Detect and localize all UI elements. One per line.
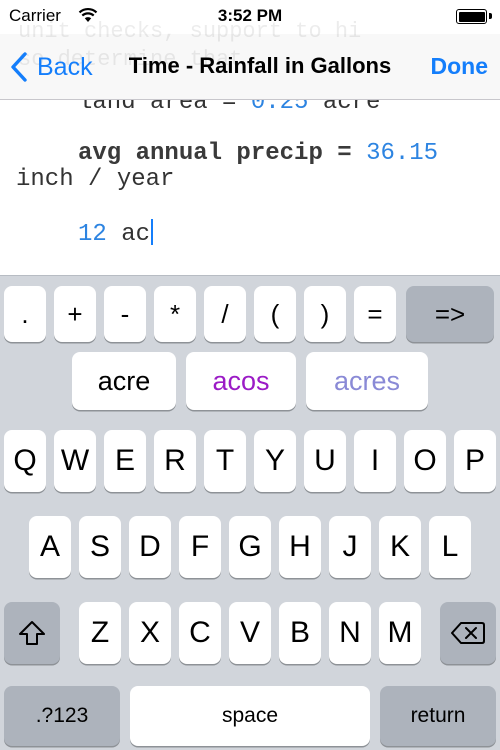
key-f[interactable]: F (179, 516, 221, 578)
editor-line: inch / year (16, 166, 175, 193)
key-v[interactable]: V (229, 602, 271, 664)
key-n[interactable]: N (329, 602, 371, 664)
key-o[interactable]: O (404, 430, 446, 492)
numbers-key[interactable]: .?123 (4, 686, 120, 746)
suggestion-acos[interactable]: acos (186, 352, 296, 410)
key-multiply[interactable]: * (154, 286, 196, 342)
back-label: Back (37, 52, 93, 81)
key-b[interactable]: B (279, 602, 321, 664)
shift-icon (19, 621, 45, 645)
key-m[interactable]: M (379, 602, 421, 664)
key-divide[interactable]: / (204, 286, 246, 342)
key-c[interactable]: C (179, 602, 221, 664)
key-open-paren[interactable]: ( (254, 286, 296, 342)
editor-line-active: 12 ac (78, 219, 154, 248)
key-k[interactable]: K (379, 516, 421, 578)
key-s[interactable]: S (79, 516, 121, 578)
delete-icon (451, 622, 485, 644)
key-arrow[interactable]: => (406, 286, 494, 342)
key-r[interactable]: R (154, 430, 196, 492)
key-z[interactable]: Z (79, 602, 121, 664)
key-equals[interactable]: = (354, 286, 396, 342)
key-j[interactable]: J (329, 516, 371, 578)
key-h[interactable]: H (279, 516, 321, 578)
clock: 3:52 PM (217, 6, 283, 25)
text-editor[interactable]: land area = 0.25 acre avg annual precip … (0, 100, 500, 275)
suggestion-label: acre (97, 365, 151, 396)
key-x[interactable]: X (129, 602, 171, 664)
suggestion-acres[interactable]: acres (306, 352, 428, 410)
key-close-paren[interactable]: ) (304, 286, 346, 342)
battery-icon (456, 9, 492, 24)
key-l[interactable]: L (429, 516, 471, 578)
back-button[interactable]: Back (10, 48, 93, 86)
key-plus[interactable]: + (54, 286, 96, 342)
key-e[interactable]: E (104, 430, 146, 492)
key-q[interactable]: Q (4, 430, 46, 492)
space-key[interactable]: space (130, 686, 370, 746)
key-period[interactable]: . (4, 286, 46, 342)
key-p[interactable]: P (454, 430, 496, 492)
editor-line: land area = 0.25 acre (78, 100, 381, 116)
keyboard: . + - * / ( ) = => acre acos acres Q W E… (0, 275, 500, 750)
key-d[interactable]: D (129, 516, 171, 578)
suggestion-acre[interactable]: acre (72, 352, 176, 410)
status-bar: Carrier 3:52 PM (0, 0, 500, 34)
key-w[interactable]: W (54, 430, 96, 492)
suggestion-label: acres (333, 365, 401, 396)
chevron-left-icon (11, 52, 27, 82)
shift-key[interactable] (4, 602, 60, 664)
key-t[interactable]: T (204, 430, 246, 492)
return-key[interactable]: return (380, 686, 496, 746)
done-button[interactable]: Done (431, 53, 489, 80)
key-u[interactable]: U (304, 430, 346, 492)
editor-line: avg annual precip = 36.15 (78, 140, 439, 167)
key-a[interactable]: A (29, 516, 71, 578)
key-y[interactable]: Y (254, 430, 296, 492)
page-title: Time - Rainfall in Gallons (128, 53, 392, 78)
navigation-bar: unit checks, support to hi so determine … (0, 19, 500, 100)
key-g[interactable]: G (229, 516, 271, 578)
key-i[interactable]: I (354, 430, 396, 492)
suggestion-label: acos (212, 365, 270, 396)
text-cursor (151, 219, 154, 245)
key-minus[interactable]: - (104, 286, 146, 342)
delete-key[interactable] (440, 602, 496, 664)
